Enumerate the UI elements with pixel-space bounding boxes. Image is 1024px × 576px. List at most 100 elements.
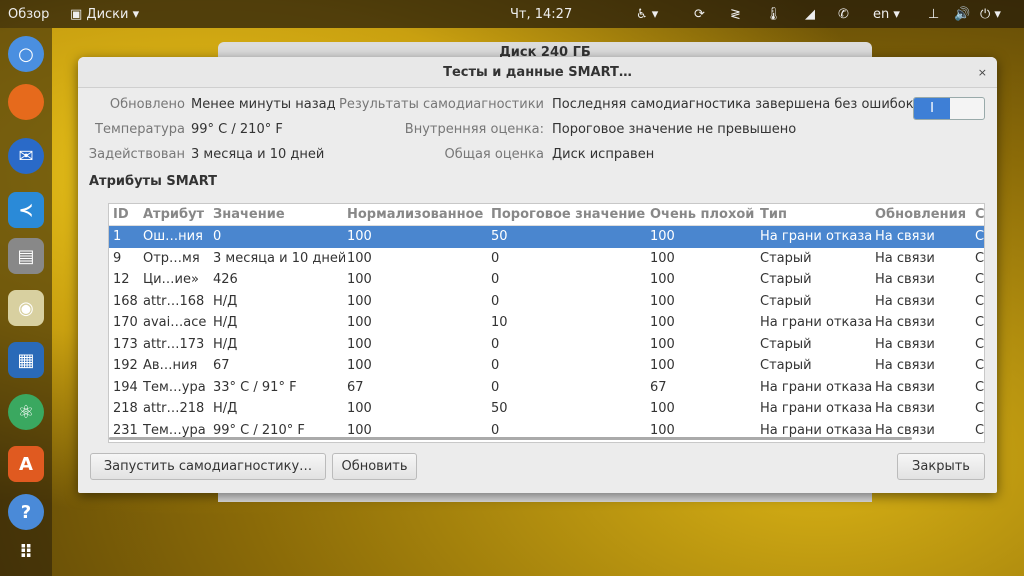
horizontal-scrollbar[interactable] (109, 437, 912, 440)
cell-id: 218 (113, 401, 138, 416)
column-header-attribute[interactable]: Атрибут (143, 204, 211, 226)
accessibility-icon[interactable]: ♿ ▾ (636, 7, 658, 22)
cell-updates: На связи (875, 336, 935, 352)
cell-attribute: Ош…ния (143, 229, 203, 244)
cell-value: Н/Д (213, 293, 238, 309)
overall-value: Диск исправен (552, 147, 655, 162)
cell-normalized: 100 (347, 336, 372, 352)
table-row[interactable]: 1 Ош…ния 0 100 50 100 На грани отказа На связи С (109, 226, 984, 248)
column-header-id[interactable]: ID (113, 204, 141, 226)
start-selftest-button[interactable]: Запустить самодиагностику… (90, 453, 326, 480)
cell-attribute: attr…168 (143, 293, 205, 309)
cell-updates: На связи (875, 293, 935, 309)
cell-updates: На связи (875, 250, 935, 266)
cell-id: 1 (113, 229, 122, 244)
column-header-worst[interactable]: Очень плохой (650, 204, 758, 226)
wifi-icon[interactable]: ◢ (805, 7, 815, 22)
app-menu[interactable]: ▣ Диски ▾ (70, 7, 139, 22)
table-row[interactable]: 12 Ци…ие» 426 100 0 100 Старый На связи С (109, 269, 984, 291)
cell-worst: 100 (650, 250, 675, 266)
cell-updates: На связи (875, 358, 935, 373)
cell-threshold: 0 (491, 250, 500, 266)
table-row[interactable]: 173 attr…173 Н/Д 100 0 100 Старый На связи С (109, 334, 984, 356)
power-icon[interactable]: ⏻ ▾ (980, 7, 1001, 22)
internal-value: Пороговое значение не превышено (552, 122, 797, 137)
close-icon[interactable]: × (978, 57, 987, 88)
chromium-icon[interactable]: ○ (8, 36, 44, 72)
cell-extra: С (975, 229, 984, 244)
column-header-extra[interactable]: С (975, 204, 984, 226)
cell-worst: 100 (650, 336, 675, 352)
powered-value: 3 месяца и 10 дней (191, 147, 325, 162)
thermometer-icon[interactable]: 🌡 (765, 7, 782, 22)
cell-id: 168 (113, 293, 138, 309)
column-header-normalized[interactable]: Нормализованное (347, 204, 489, 226)
cell-updates: На связи (875, 401, 935, 416)
show-apps-icon[interactable]: ⠿ (8, 534, 44, 570)
selftest-label: Результаты самодиагностики (339, 97, 544, 112)
network-icon[interactable]: ⊥ (928, 7, 939, 22)
table-header: ID Атрибут Значение Нормализованное Порогово… (109, 204, 984, 226)
cell-updates: На связи (875, 272, 935, 287)
cell-value: Н/Д (213, 401, 238, 416)
column-header-type[interactable]: Тип (760, 204, 873, 226)
cell-attribute: Ци…ие» (143, 272, 199, 287)
files-icon[interactable]: ▤ (8, 238, 44, 274)
temperature-value: 99° C / 210° F (191, 122, 283, 137)
table-row[interactable]: 168 attr…168 Н/Д 100 0 100 Старый На связи С (109, 291, 984, 313)
cell-extra: С (975, 358, 984, 373)
refresh-button[interactable]: Обновить (332, 453, 417, 480)
rhythmbox-icon[interactable]: ◉ (8, 290, 44, 326)
cell-normalized: 100 (347, 229, 372, 244)
temperature-label: Температура (95, 122, 185, 137)
smart-toggle[interactable]: I (913, 97, 985, 120)
software-icon[interactable]: A (8, 446, 44, 482)
cell-normalized: 100 (347, 401, 372, 416)
toggle-on: I (914, 98, 950, 119)
smart-attributes-heading: Атрибуты SMART (89, 174, 218, 189)
cell-extra: С (975, 272, 984, 287)
table-row[interactable]: 194 Тем…ура 33° C / 91° F 67 0 67 На грани отк… (109, 377, 984, 399)
cell-worst: 100 (650, 315, 675, 330)
cell-updates: На связи (875, 315, 935, 330)
smart-attributes-table: 231 Тем…ура 99° C / 210° F 100 0 100 На грани … (108, 203, 985, 443)
cell-type: Старый (760, 336, 812, 352)
column-header-threshold[interactable]: Пороговое значение (491, 204, 648, 226)
atom-icon[interactable]: ⚛ (8, 394, 44, 430)
cell-type: На грани отказа (760, 229, 873, 244)
cell-worst: 100 (650, 229, 675, 244)
sync-icon[interactable]: ⟳ (694, 7, 705, 22)
table-row[interactable]: 218 attr…218 Н/Д 100 50 100 На грани отказа На … (109, 398, 984, 420)
language-selector[interactable]: en ▾ (873, 7, 900, 22)
column-header-value[interactable]: Значение (213, 204, 345, 226)
cell-type: На грани отказа (760, 315, 873, 330)
table-row[interactable]: 192 Ав…ния 67 100 0 100 Старый На связи С (109, 355, 984, 377)
cell-normalized: 100 (347, 250, 372, 266)
cell-id: 173 (113, 336, 138, 352)
cell-type: На грани отказа (760, 401, 873, 416)
cell-normalized: 100 (347, 272, 372, 287)
cell-worst: 100 (650, 358, 675, 373)
cell-value: 3 месяца и 10 дней (213, 250, 345, 266)
vscode-icon[interactable]: ≺ (8, 192, 44, 228)
cell-type: Старый (760, 250, 812, 266)
cell-extra: С (975, 315, 984, 330)
cell-value: Н/Д (213, 336, 238, 352)
cell-attribute: attr…173 (143, 336, 205, 352)
thunderbird-icon[interactable]: ✉ (8, 138, 44, 174)
close-button[interactable]: Закрыть (897, 453, 985, 480)
writer-icon[interactable]: ▦ (8, 342, 44, 378)
cell-threshold: 0 (491, 358, 500, 373)
volume-icon[interactable]: 🔊 (954, 7, 970, 22)
viber-icon[interactable]: ✆ (838, 7, 849, 22)
table-row[interactable]: 170 avai…ace Н/Д 100 10 100 На грани отказа На … (109, 312, 984, 334)
dialog-titlebar: Тесты и данные SMART… × (78, 57, 997, 88)
cell-attribute: avai…ace (143, 315, 207, 330)
table-row[interactable]: 9 Отр…мя 3 месяца и 10 дней 100 0 100 Старый На… (109, 248, 984, 270)
firefox-icon[interactable] (8, 84, 44, 120)
help-icon[interactable]: ? (8, 494, 44, 530)
activities-button[interactable]: Обзор (8, 7, 49, 22)
indicator-icon[interactable]: ≷ (730, 7, 741, 22)
column-header-updates[interactable]: Обновления (875, 204, 973, 226)
clock[interactable]: Чт, 14:27 (510, 7, 572, 22)
